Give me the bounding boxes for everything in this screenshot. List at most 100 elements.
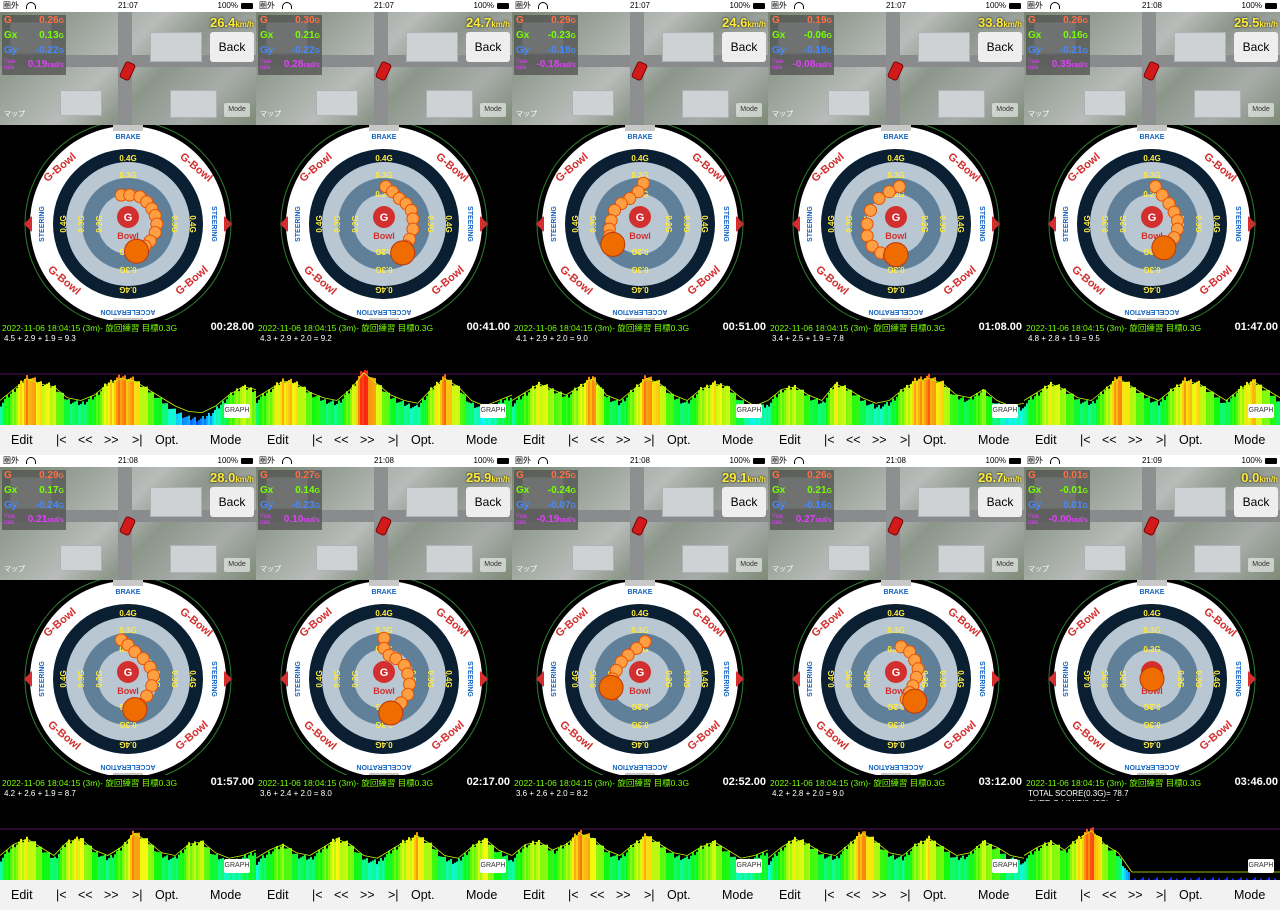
forward-button[interactable]: >> [104, 433, 119, 447]
satellite-map[interactable]: G 0.26G Gx 0.13G Gy -0.22G Yaw rate 0.19rad/… [0, 12, 256, 125]
last-button[interactable]: >| [644, 433, 655, 447]
graph-button[interactable]: GRAPH [224, 404, 250, 418]
edit-button[interactable]: Edit [11, 888, 33, 902]
rewind-button[interactable]: << [1102, 433, 1117, 447]
rewind-button[interactable]: << [1102, 888, 1117, 902]
graph-button[interactable]: GRAPH [1248, 404, 1274, 418]
back-button[interactable]: Back [210, 487, 254, 517]
first-button[interactable]: |< [568, 888, 579, 902]
graph-button[interactable]: GRAPH [736, 859, 762, 873]
back-button[interactable]: Back [722, 32, 766, 62]
forward-button[interactable]: >> [104, 888, 119, 902]
g-history-graph[interactable]: GRAPH [0, 346, 256, 425]
satellite-map[interactable]: G 0.29G Gx -0.23G Gy -0.18G Yaw rate -0.18ra… [512, 12, 768, 125]
graph-button[interactable]: GRAPH [480, 404, 506, 418]
options-button[interactable]: Opt. [155, 888, 179, 902]
rewind-button[interactable]: << [590, 433, 605, 447]
forward-button[interactable]: >> [1128, 888, 1143, 902]
edit-button[interactable]: Edit [523, 433, 545, 447]
first-button[interactable]: |< [568, 433, 579, 447]
options-button[interactable]: Opt. [667, 888, 691, 902]
last-button[interactable]: >| [900, 888, 911, 902]
first-button[interactable]: |< [312, 888, 323, 902]
back-button[interactable]: Back [722, 487, 766, 517]
back-button[interactable]: Back [978, 32, 1022, 62]
rewind-button[interactable]: << [78, 888, 93, 902]
edit-button[interactable]: Edit [1035, 433, 1057, 447]
map-mode-button[interactable]: Mode [992, 558, 1018, 572]
g-history-graph[interactable]: GRAPH [512, 801, 768, 880]
forward-button[interactable]: >> [872, 433, 887, 447]
first-button[interactable]: |< [56, 433, 67, 447]
forward-button[interactable]: >> [616, 433, 631, 447]
last-button[interactable]: >| [900, 433, 911, 447]
map-mode-button[interactable]: Mode [1248, 558, 1274, 572]
options-button[interactable]: Opt. [1179, 433, 1203, 447]
graph-button[interactable]: GRAPH [992, 404, 1018, 418]
mode-button[interactable]: Mode [466, 433, 497, 447]
rewind-button[interactable]: << [590, 888, 605, 902]
g-history-graph[interactable]: GRAPH [1024, 801, 1280, 880]
options-button[interactable]: Opt. [411, 433, 435, 447]
map-mode-button[interactable]: Mode [736, 103, 762, 117]
g-history-graph[interactable]: GRAPH [768, 801, 1024, 880]
mode-button[interactable]: Mode [722, 888, 753, 902]
options-button[interactable]: Opt. [155, 433, 179, 447]
mode-button[interactable]: Mode [1234, 433, 1265, 447]
back-button[interactable]: Back [1234, 32, 1278, 62]
edit-button[interactable]: Edit [1035, 888, 1057, 902]
back-button[interactable]: Back [210, 32, 254, 62]
g-history-graph[interactable]: GRAPH [768, 346, 1024, 425]
map-mode-button[interactable]: Mode [224, 558, 250, 572]
options-button[interactable]: Opt. [923, 888, 947, 902]
map-mode-button[interactable]: Mode [1248, 103, 1274, 117]
rewind-button[interactable]: << [334, 433, 349, 447]
last-button[interactable]: >| [644, 888, 655, 902]
graph-button[interactable]: GRAPH [224, 859, 250, 873]
options-button[interactable]: Opt. [411, 888, 435, 902]
last-button[interactable]: >| [1156, 888, 1167, 902]
mode-button[interactable]: Mode [210, 433, 241, 447]
satellite-map[interactable]: G 0.29G Gx 0.17G Gy -0.24G Yaw rate 0.21rad/… [0, 467, 256, 580]
last-button[interactable]: >| [388, 433, 399, 447]
forward-button[interactable]: >> [360, 433, 375, 447]
edit-button[interactable]: Edit [267, 888, 289, 902]
last-button[interactable]: >| [1156, 433, 1167, 447]
forward-button[interactable]: >> [872, 888, 887, 902]
mode-button[interactable]: Mode [466, 888, 497, 902]
first-button[interactable]: |< [824, 433, 835, 447]
rewind-button[interactable]: << [846, 888, 861, 902]
satellite-map[interactable]: G 0.30G Gx 0.21G Gy -0.22G Yaw rate 0.28rad/… [256, 12, 512, 125]
rewind-button[interactable]: << [846, 433, 861, 447]
options-button[interactable]: Opt. [923, 433, 947, 447]
first-button[interactable]: |< [56, 888, 67, 902]
edit-button[interactable]: Edit [11, 433, 33, 447]
back-button[interactable]: Back [1234, 487, 1278, 517]
g-history-graph[interactable]: GRAPH [1024, 346, 1280, 425]
satellite-map[interactable]: G 0.19G Gx -0.06G Gy -0.18G Yaw rate -0.08ra… [768, 12, 1024, 125]
map-mode-button[interactable]: Mode [992, 103, 1018, 117]
last-button[interactable]: >| [388, 888, 399, 902]
options-button[interactable]: Opt. [1179, 888, 1203, 902]
first-button[interactable]: |< [1080, 888, 1091, 902]
graph-button[interactable]: GRAPH [736, 404, 762, 418]
mode-button[interactable]: Mode [210, 888, 241, 902]
options-button[interactable]: Opt. [667, 433, 691, 447]
satellite-map[interactable]: G 0.01G Gx -0.01G Gy 0.01G Yaw rate -0.00rad… [1024, 467, 1280, 580]
map-mode-button[interactable]: Mode [480, 558, 506, 572]
graph-button[interactable]: GRAPH [1248, 859, 1274, 873]
satellite-map[interactable]: G 0.26G Gx 0.16G Gy -0.21G Yaw rate 0.35rad/… [1024, 12, 1280, 125]
graph-button[interactable]: GRAPH [992, 859, 1018, 873]
map-mode-button[interactable]: Mode [736, 558, 762, 572]
first-button[interactable]: |< [312, 433, 323, 447]
rewind-button[interactable]: << [334, 888, 349, 902]
edit-button[interactable]: Edit [779, 433, 801, 447]
first-button[interactable]: |< [1080, 433, 1091, 447]
forward-button[interactable]: >> [1128, 433, 1143, 447]
g-history-graph[interactable]: GRAPH [256, 346, 512, 425]
first-button[interactable]: |< [824, 888, 835, 902]
satellite-map[interactable]: G 0.27G Gx 0.14G Gy -0.23G Yaw rate 0.10rad/… [256, 467, 512, 580]
g-history-graph[interactable]: GRAPH [256, 801, 512, 880]
mode-button[interactable]: Mode [978, 433, 1009, 447]
forward-button[interactable]: >> [360, 888, 375, 902]
